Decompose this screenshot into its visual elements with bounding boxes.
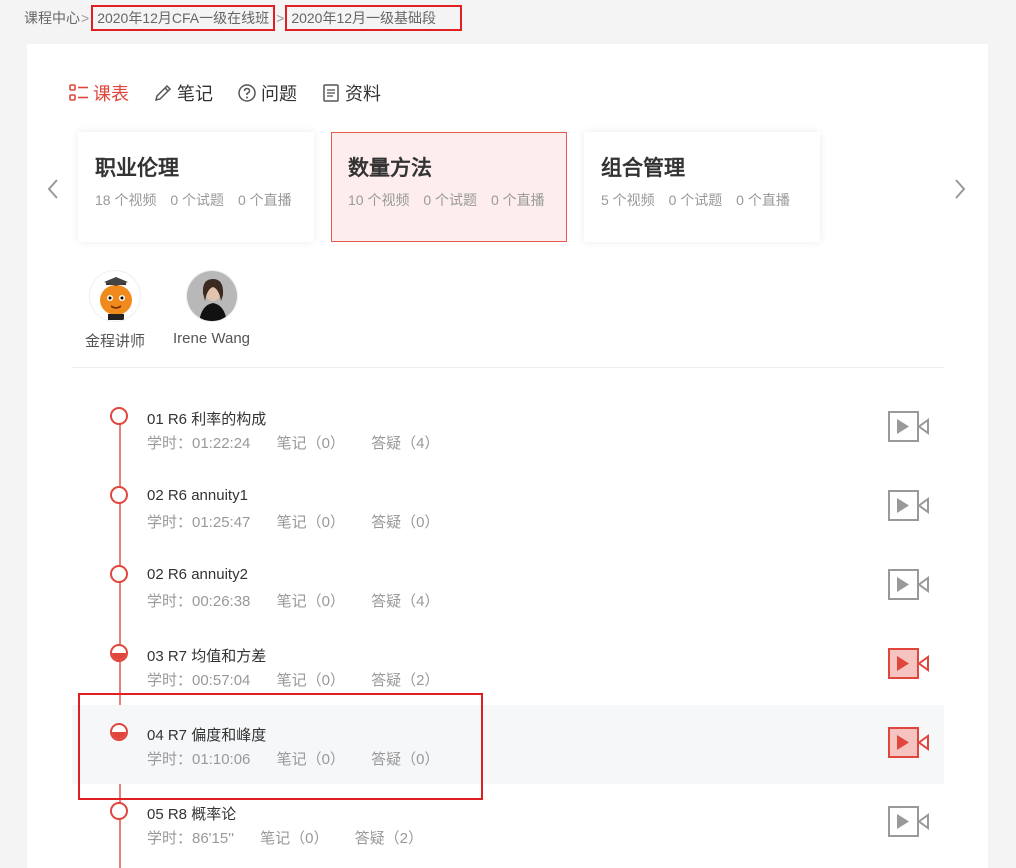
subject-carousel: 职业伦理 18 个视频 0 个试题 0 个直播 数量方法 10 个视频 0 个试…: [78, 132, 837, 242]
video-count: 5 个视频: [601, 192, 655, 208]
teacher-list: 金程讲师 Irene Wang: [85, 270, 278, 351]
video-play-icon[interactable]: [888, 411, 930, 443]
lesson-title[interactable]: 01 R6 利率的构成: [147, 408, 266, 429]
tab-label: 笔记: [177, 84, 213, 104]
progress-dot-empty: [110, 802, 128, 820]
lesson-title[interactable]: 02 R6 annuity1: [147, 487, 248, 504]
lesson-notes[interactable]: 笔记（0）: [277, 593, 345, 610]
lesson-title[interactable]: 05 R8 概率论: [147, 803, 236, 824]
subject-stats: 18 个视频 0 个试题 0 个直播: [95, 190, 314, 210]
list-item[interactable]: 02 R6 annuity1 学时：01:25:47 笔记（0） 答疑（0）: [72, 468, 944, 547]
tab-label: 问题: [261, 84, 297, 104]
live-count: 0 个直播: [490, 192, 545, 208]
live-count: 0 个直播: [237, 192, 292, 208]
progress-dot-empty: [110, 565, 128, 583]
video-play-icon-watched[interactable]: [888, 648, 930, 680]
lesson-meta: 学时：01:22:24 笔记（0） 答疑（4）: [147, 432, 461, 453]
chevron-left-icon[interactable]: [43, 174, 63, 204]
lesson-qa[interactable]: 答疑（2）: [355, 830, 423, 847]
subject-stats: 5 个视频 0 个试题 0 个直播: [601, 190, 820, 210]
teacher-name: Irene Wang: [173, 330, 251, 347]
teacher-name: 金程讲师: [85, 333, 146, 350]
avatar: [89, 270, 141, 322]
tab-questions[interactable]: 问题: [237, 80, 297, 106]
lesson-meta: 学时：01:25:47 笔记（0） 答疑（0）: [147, 511, 461, 532]
tab-bar: 课表 笔记 问题 资料: [69, 80, 405, 106]
subject-name: 职业伦理: [95, 157, 179, 180]
video-play-icon-watched[interactable]: [888, 727, 930, 759]
tab-schedule[interactable]: 课表: [69, 80, 129, 106]
annotation-highlight-box: [78, 693, 483, 800]
lesson-duration: 学时：00:57:04: [147, 672, 251, 689]
breadcrumb-stage[interactable]: 2020年12月一级基础段: [285, 5, 463, 31]
lesson-title[interactable]: 03 R7 均值和方差: [147, 645, 266, 666]
lesson-duration: 学时：86'15'': [147, 830, 234, 847]
lesson-duration: 学时：00:26:38: [147, 593, 251, 610]
lesson-meta: 学时：86'15'' 笔记（0） 答疑（2）: [147, 827, 445, 848]
tab-label: 课表: [93, 84, 129, 104]
document-icon: [321, 83, 341, 103]
tab-materials[interactable]: 资料: [321, 80, 381, 106]
lesson-notes[interactable]: 笔记（0）: [277, 514, 345, 531]
lesson-meta: 学时：00:26:38 笔记（0） 答疑（4）: [147, 590, 461, 611]
subject-card-selected[interactable]: 数量方法 10 个视频 0 个试题 0 个直播: [331, 132, 567, 242]
lesson-meta: 学时：00:57:04 笔记（0） 答疑（2）: [147, 669, 461, 690]
breadcrumb-root[interactable]: 课程中心: [24, 8, 80, 28]
lesson-qa[interactable]: 答疑（0）: [371, 514, 439, 531]
teacher[interactable]: 金程讲师: [85, 270, 145, 351]
lesson-notes[interactable]: 笔记（0）: [277, 672, 345, 689]
tab-notes[interactable]: 笔记: [153, 80, 213, 106]
video-play-icon[interactable]: [888, 490, 930, 522]
breadcrumb-separator: >: [81, 10, 90, 26]
lesson-title[interactable]: 02 R6 annuity2: [147, 566, 248, 583]
schedule-icon: [69, 83, 89, 103]
progress-dot-half: [110, 644, 128, 662]
test-count: 0 个试题: [423, 192, 478, 208]
live-count: 0 个直播: [736, 192, 790, 208]
lesson-notes[interactable]: 笔记（0）: [260, 830, 328, 847]
lesson-duration: 学时：01:22:24: [147, 435, 251, 452]
video-play-icon[interactable]: [888, 569, 930, 601]
lesson-qa[interactable]: 答疑（2）: [371, 672, 439, 689]
lesson-qa[interactable]: 答疑（4）: [371, 593, 439, 610]
divider: [72, 367, 944, 368]
video-count: 10 个视频: [348, 192, 410, 208]
subject-name: 数量方法: [348, 157, 432, 180]
chevron-right-icon[interactable]: [950, 174, 970, 204]
progress-dot-empty: [110, 407, 128, 425]
list-item[interactable]: 01 R6 利率的构成 学时：01:22:24 笔记（0） 答疑（4）: [72, 389, 944, 468]
lesson-notes[interactable]: 笔记（0）: [277, 435, 345, 452]
teacher[interactable]: Irene Wang: [173, 270, 250, 351]
lesson-duration: 学时：01:25:47: [147, 514, 251, 531]
breadcrumb-separator: >: [276, 10, 285, 26]
avatar: [185, 270, 238, 322]
tab-label: 资料: [345, 84, 381, 104]
video-play-icon[interactable]: [888, 806, 930, 838]
test-count: 0 个试题: [170, 192, 225, 208]
lesson-qa[interactable]: 答疑（4）: [371, 435, 439, 452]
progress-dot-empty: [110, 486, 128, 504]
video-count: 18 个视频: [95, 192, 157, 208]
test-count: 0 个试题: [668, 192, 723, 208]
subject-name: 组合管理: [601, 157, 685, 180]
subject-stats: 10 个视频 0 个试题 0 个直播: [348, 190, 566, 210]
question-icon: [237, 83, 257, 103]
breadcrumb: 课程中心 > 2020年12月CFA一级在线班 > 2020年12月一级基础段: [24, 5, 463, 31]
pencil-icon: [153, 83, 173, 103]
subject-card[interactable]: 组合管理 5 个视频 0 个试题 0 个直播: [584, 132, 820, 242]
breadcrumb-course[interactable]: 2020年12月CFA一级在线班: [91, 5, 276, 31]
list-item[interactable]: 02 R6 annuity2 学时：00:26:38 笔记（0） 答疑（4）: [72, 547, 944, 626]
subject-card[interactable]: 职业伦理 18 个视频 0 个试题 0 个直播: [78, 132, 314, 242]
